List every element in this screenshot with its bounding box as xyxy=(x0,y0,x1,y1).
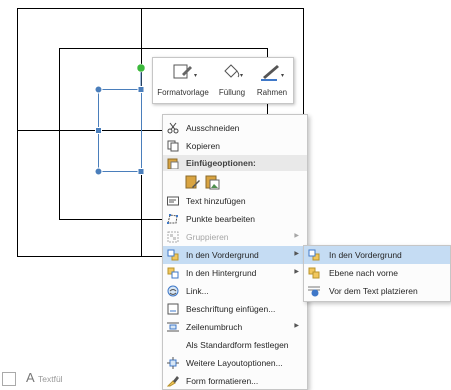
mini-toolbar: ▾ Formatvorlage ▾ Füllung ▾ Rahmen xyxy=(152,57,294,104)
style-button[interactable]: ▾ Formatvorlage xyxy=(154,58,212,103)
textfield-gallery-item[interactable]: A Textfül xyxy=(0,370,150,388)
rotate-handle[interactable] xyxy=(136,63,146,73)
paste-picture-icon[interactable] xyxy=(205,174,221,190)
menu-item-cut[interactable]: Ausschneiden xyxy=(163,119,307,137)
selection-handles xyxy=(94,63,146,176)
menu-item-add-text[interactable]: Text hinzufügen xyxy=(163,192,307,210)
menu-item-wrap-text[interactable]: Zeilenumbruch ▶ xyxy=(163,318,307,336)
outline-button-label: Rahmen xyxy=(256,88,288,97)
paint-bucket-icon: ▾ xyxy=(224,64,243,79)
resize-handle[interactable] xyxy=(94,167,103,176)
menu-item-label: Punkte bearbeiten xyxy=(186,214,255,224)
menu-item-label: Text hinzufügen xyxy=(186,196,246,206)
link-icon xyxy=(167,285,179,297)
menu-item-label: Gruppieren xyxy=(186,232,229,242)
menu-item-copy[interactable]: Kopieren xyxy=(163,137,307,155)
menu-item-format-shape[interactable]: Form formatieren... xyxy=(163,372,307,390)
pen-outline-icon: ▾ xyxy=(261,65,284,81)
edit-points-icon xyxy=(167,214,178,224)
outline-button[interactable]: ▾ Rahmen xyxy=(253,58,291,103)
submenu-item-label: Vor dem Text platzieren xyxy=(329,286,418,296)
paste-options-header: Einfügeoptionen: xyxy=(163,155,307,171)
caption-icon xyxy=(167,303,179,315)
copy-icon xyxy=(167,140,179,152)
svg-text:▾: ▾ xyxy=(194,73,197,79)
submenu-item-in-front-of-text[interactable]: Vor dem Text platzieren xyxy=(304,282,450,300)
menu-item-label: Kopieren xyxy=(186,141,221,151)
clipboard-icon xyxy=(167,158,179,169)
menu-item-label: Als Standardform festlegen xyxy=(186,340,289,350)
bring-forward-icon xyxy=(167,249,179,261)
send-backward-icon xyxy=(167,267,179,279)
menu-item-insert-caption[interactable]: Beschriftung einfügen... xyxy=(163,300,307,318)
shape-style-icon: ▾ xyxy=(173,64,197,79)
submenu-item-bring-to-front[interactable]: In den Vordergrund xyxy=(304,246,450,264)
submenu-arrow-icon: ▶ xyxy=(294,323,299,329)
paste-keep-formatting-icon[interactable] xyxy=(185,174,201,190)
fill-button-label: Füllung xyxy=(218,88,246,97)
style-button-label: Formatvorlage xyxy=(157,88,209,97)
menu-item-label: Zeilenumbruch xyxy=(186,322,243,332)
svg-text:▾: ▾ xyxy=(281,73,284,79)
font-a-icon: A xyxy=(26,370,35,385)
menu-item-edit-points[interactable]: Punkte bearbeiten xyxy=(163,210,307,228)
group-icon xyxy=(167,231,179,243)
paste-option-buttons xyxy=(185,173,225,191)
fill-button[interactable]: ▾ Füllung xyxy=(213,58,251,103)
resize-handle[interactable] xyxy=(137,168,145,175)
submenu-arrow-icon: ▶ xyxy=(294,269,299,275)
textfield-label: Textfül xyxy=(38,374,63,384)
menu-item-label: Beschriftung einfügen... xyxy=(186,304,276,314)
in-front-of-text-icon xyxy=(308,286,320,297)
menu-item-label: Form formatieren... xyxy=(186,376,259,386)
wrap-text-icon xyxy=(167,322,179,332)
bring-to-front-submenu: In den Vordergrund Ebene nach vorne Vor … xyxy=(303,245,451,302)
selection-frame xyxy=(98,69,142,172)
menu-item-label: Weitere Layoutoptionen... xyxy=(186,358,283,368)
submenu-item-label: Ebene nach vorne xyxy=(329,268,398,278)
menu-item-link[interactable]: Link... xyxy=(163,282,307,300)
context-menu: Ausschneiden Kopieren Einfügeoptionen: T… xyxy=(162,114,308,390)
submenu-arrow-icon: ▶ xyxy=(294,251,299,257)
menu-item-more-layout-options[interactable]: Weitere Layoutoptionen... xyxy=(163,354,307,372)
svg-text:▾: ▾ xyxy=(240,73,243,79)
resize-handle[interactable] xyxy=(95,127,102,134)
submenu-item-label: In den Vordergrund xyxy=(329,250,402,260)
menu-item-label: In den Vordergrund xyxy=(186,250,259,260)
menu-item-label: Ausschneiden xyxy=(186,123,240,133)
submenu-arrow-icon: ▶ xyxy=(294,233,299,239)
submenu-item-bring-forward[interactable]: Ebene nach vorne xyxy=(304,264,450,282)
format-shape-icon xyxy=(167,376,179,387)
resize-handle[interactable] xyxy=(94,85,103,94)
menu-item-label: In den Hintergrund xyxy=(186,268,257,278)
textfield-checkbox-icon xyxy=(2,372,16,386)
menu-item-label: Link... xyxy=(186,286,209,296)
text-box-icon xyxy=(167,196,179,206)
bring-forward-icon xyxy=(308,267,320,279)
paste-options-label: Einfügeoptionen: xyxy=(186,158,256,168)
menu-item-group: Gruppieren ▶ xyxy=(163,228,307,246)
resize-handle[interactable] xyxy=(137,86,145,93)
menu-item-send-to-back[interactable]: In den Hintergrund ▶ xyxy=(163,264,307,282)
layout-options-icon xyxy=(167,357,179,369)
bring-to-front-icon xyxy=(308,249,320,261)
menu-item-bring-to-front[interactable]: In den Vordergrund ▶ xyxy=(163,246,307,264)
scissors-icon xyxy=(167,122,179,134)
menu-item-set-default-shape[interactable]: Als Standardform festlegen xyxy=(163,336,307,354)
